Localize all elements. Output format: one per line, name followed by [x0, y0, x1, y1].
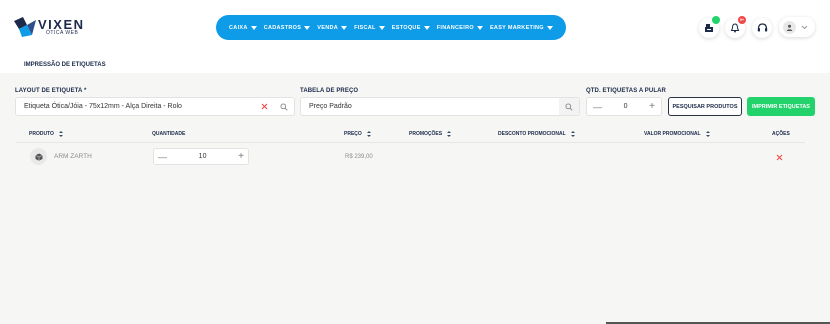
- search-products-button[interactable]: PESQUISAR PRODUTOS: [668, 97, 742, 116]
- col-promocoes[interactable]: PROMOÇÕES: [409, 131, 452, 137]
- skip-label: QTD. ETIQUETAS A PULAR: [586, 88, 666, 94]
- logo-mark-icon: [14, 17, 36, 37]
- search-products-label: PESQUISAR PRODUTOS: [672, 103, 738, 110]
- print-labels-button[interactable]: IMPRIMIR ETIQUETAS: [747, 97, 815, 116]
- search-icon: [565, 102, 573, 111]
- col-label: PREÇO: [344, 131, 362, 137]
- skip-stepper[interactable]: — 0 +: [586, 97, 662, 116]
- sort-icon: [366, 131, 371, 137]
- minus-icon[interactable]: —: [158, 152, 167, 162]
- nav-financeiro[interactable]: FINANCEIRO: [437, 25, 483, 31]
- col-label: DESCONTO PROMOCIONAL: [498, 131, 566, 137]
- bell-icon: [730, 23, 740, 33]
- nav-caixa[interactable]: CAIXA: [229, 25, 257, 31]
- plus-icon[interactable]: +: [649, 101, 655, 112]
- caret-down-icon: [476, 25, 483, 30]
- user-menu[interactable]: [779, 17, 815, 37]
- col-preco[interactable]: PREÇO: [344, 131, 371, 137]
- sort-icon: [570, 131, 575, 137]
- sort-icon: [58, 131, 63, 137]
- layout-select[interactable]: Etiqueta Ótica/Jóia - 75x12mm - Alça Dir…: [15, 97, 295, 116]
- col-label: VALOR PROMOCIONAL: [644, 131, 701, 137]
- product-price: R$ 239,00: [345, 154, 373, 160]
- nav-label: ESTOQUE: [391, 24, 421, 31]
- support-button[interactable]: [752, 18, 772, 38]
- nav-label: VENDA: [317, 24, 339, 31]
- tab-label: IMPRESSÃO DE ETIQUETAS: [24, 61, 106, 68]
- brand-logo[interactable]: VIXEN ÓTICA WEB: [14, 16, 94, 40]
- price-table-select[interactable]: Preço Padrão: [300, 97, 580, 116]
- caret-down-icon: [250, 25, 257, 30]
- caret-down-icon: [423, 25, 430, 30]
- caret-down-icon: [341, 25, 348, 30]
- col-label: AÇÕES: [772, 131, 790, 137]
- minus-icon[interactable]: —: [593, 102, 602, 112]
- table-divider: [16, 142, 805, 143]
- col-valor-promo[interactable]: VALOR PROMOCIONAL: [644, 131, 710, 137]
- plus-icon[interactable]: +: [238, 151, 244, 162]
- print-labels-label: IMPRIMIR ETIQUETAS: [752, 103, 810, 110]
- remove-row-button[interactable]: [774, 152, 784, 162]
- caret-down-icon: [304, 25, 311, 30]
- sort-icon: [447, 131, 452, 137]
- nav-venda[interactable]: VENDA: [317, 24, 348, 31]
- nav-fiscal[interactable]: FISCAL: [354, 25, 385, 31]
- sort-icon: [705, 131, 710, 137]
- nav-easy-marketing[interactable]: EASY MARKETING: [490, 25, 553, 31]
- nav-cadastros[interactable]: CADASTROS: [264, 25, 311, 31]
- clear-layout-button[interactable]: [254, 98, 274, 115]
- box-icon: [34, 153, 43, 161]
- product-thumbnail: [30, 148, 47, 165]
- cash-status-dot: [712, 16, 720, 24]
- user-icon: [786, 24, 793, 31]
- col-label: QUANTIDADE: [152, 131, 186, 137]
- search-layout-button[interactable]: [274, 98, 294, 115]
- col-label: PROMOÇÕES: [409, 131, 443, 137]
- col-produto[interactable]: PRODUTO: [29, 131, 63, 137]
- cash-register-icon: [705, 24, 713, 32]
- brand-subtitle: ÓTICA WEB: [46, 30, 79, 36]
- layout-label: LAYOUT DE ETIQUETA *: [15, 88, 87, 94]
- layout-value: Etiqueta Ótica/Jóia - 75x12mm - Alça Dir…: [24, 103, 182, 110]
- top-bar: VIXEN ÓTICA WEB CAIXA CADASTROS VENDA FI…: [0, 0, 830, 55]
- nav-label: FISCAL: [354, 24, 376, 31]
- col-label: PRODUTO: [29, 131, 54, 137]
- close-icon: [776, 154, 782, 160]
- price-table-value: Preço Padrão: [309, 103, 352, 110]
- quantity-stepper[interactable]: — 10 +: [153, 148, 249, 165]
- nav-label: CADASTROS: [263, 24, 302, 31]
- nav-estoque[interactable]: ESTOQUE: [392, 25, 430, 31]
- notification-count-badge: 9+: [738, 16, 746, 24]
- skip-value[interactable]: 0: [624, 103, 628, 110]
- caret-down-icon: [546, 25, 553, 30]
- nav-label: EASY MARKETING: [489, 24, 544, 31]
- col-acoes: AÇÕES: [772, 131, 790, 137]
- nav-label: CAIXA: [229, 24, 248, 31]
- close-icon: [261, 103, 267, 110]
- search-icon: [280, 102, 288, 111]
- headset-icon: [757, 23, 767, 32]
- nav-label: FINANCEIRO: [436, 24, 474, 31]
- caret-down-icon: [378, 25, 385, 30]
- chevron-down-icon: [801, 25, 808, 29]
- main-nav: CAIXA CADASTROS VENDA FISCAL ESTOQUE FIN…: [216, 15, 566, 40]
- col-desconto[interactable]: DESCONTO PROMOCIONAL: [498, 131, 575, 137]
- tab-impressao-etiquetas[interactable]: IMPRESSÃO DE ETIQUETAS: [16, 56, 114, 73]
- col-quantidade: QUANTIDADE: [152, 131, 185, 137]
- search-price-table-button[interactable]: [559, 98, 579, 115]
- price-table-label: TABELA DE PREÇO: [300, 88, 359, 94]
- avatar: [783, 20, 796, 34]
- product-name: ARM ZARTH: [54, 153, 92, 160]
- quantity-value[interactable]: 10: [199, 153, 207, 160]
